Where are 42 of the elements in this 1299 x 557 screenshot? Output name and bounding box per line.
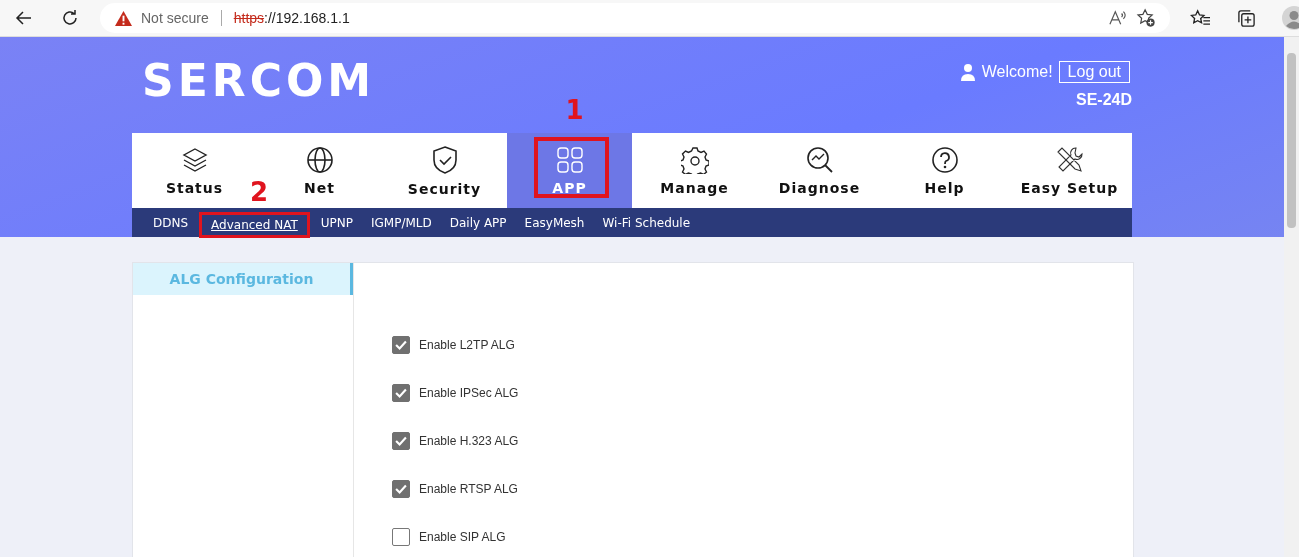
url-text: https://192.168.1.1 (233, 10, 350, 26)
globe-icon (305, 145, 334, 174)
sub-tab[interactable]: UPNP (313, 211, 360, 234)
sub-tab[interactable]: DDNS (146, 211, 196, 234)
address-bar[interactable]: Not secure https://192.168.1.1 (100, 3, 1170, 33)
tools-icon (1055, 145, 1084, 174)
scrollbar[interactable] (1284, 37, 1299, 557)
logo: SERCOM (142, 55, 376, 105)
shield-check-icon (430, 144, 459, 175)
callout-number: 1 (564, 95, 585, 125)
sub-tab[interactable]: Advanced NAT (204, 214, 305, 236)
checkbox-label: Enable H.323 ALG (419, 434, 519, 448)
apps-grid-icon (555, 145, 584, 174)
reload-icon[interactable] (60, 8, 80, 28)
sub-tab[interactable]: Wi-Fi Schedule (595, 211, 698, 234)
checkbox[interactable] (392, 336, 410, 354)
collections-icon[interactable] (1237, 8, 1256, 28)
checkbox-label: Enable IPSec ALG (419, 386, 519, 400)
checkbox[interactable] (392, 528, 410, 546)
sub-tab[interactable]: Daily APP (442, 211, 514, 234)
sub-tab[interactable]: IGMP/MLD (364, 211, 439, 234)
checkbox[interactable] (392, 480, 410, 498)
help-icon (930, 145, 959, 174)
checkbox-label: Enable RTSP ALG (419, 482, 518, 496)
layers-icon (180, 145, 209, 174)
user-icon (959, 63, 976, 81)
sub-tab[interactable]: EasyMesh (517, 211, 592, 234)
profile-icon[interactable] (1282, 6, 1299, 30)
chart-search-icon (805, 145, 834, 174)
security-label: Not secure (141, 10, 209, 26)
checkbox-label: Enable SIP ALG (419, 530, 506, 544)
favorites-icon[interactable] (1190, 8, 1211, 28)
logout-button[interactable]: Log out (1058, 61, 1130, 83)
gear-icon (680, 145, 709, 174)
checkbox[interactable] (392, 432, 410, 450)
add-favorite-icon[interactable] (1136, 8, 1156, 28)
welcome-text: Welcome! (981, 63, 1053, 81)
checkbox-label: Enable L2TP ALG (419, 338, 515, 352)
warning-icon (114, 9, 133, 27)
read-aloud-icon[interactable] (1108, 9, 1128, 27)
checkbox[interactable] (392, 384, 410, 402)
model-name: SE-24D (1075, 91, 1132, 109)
